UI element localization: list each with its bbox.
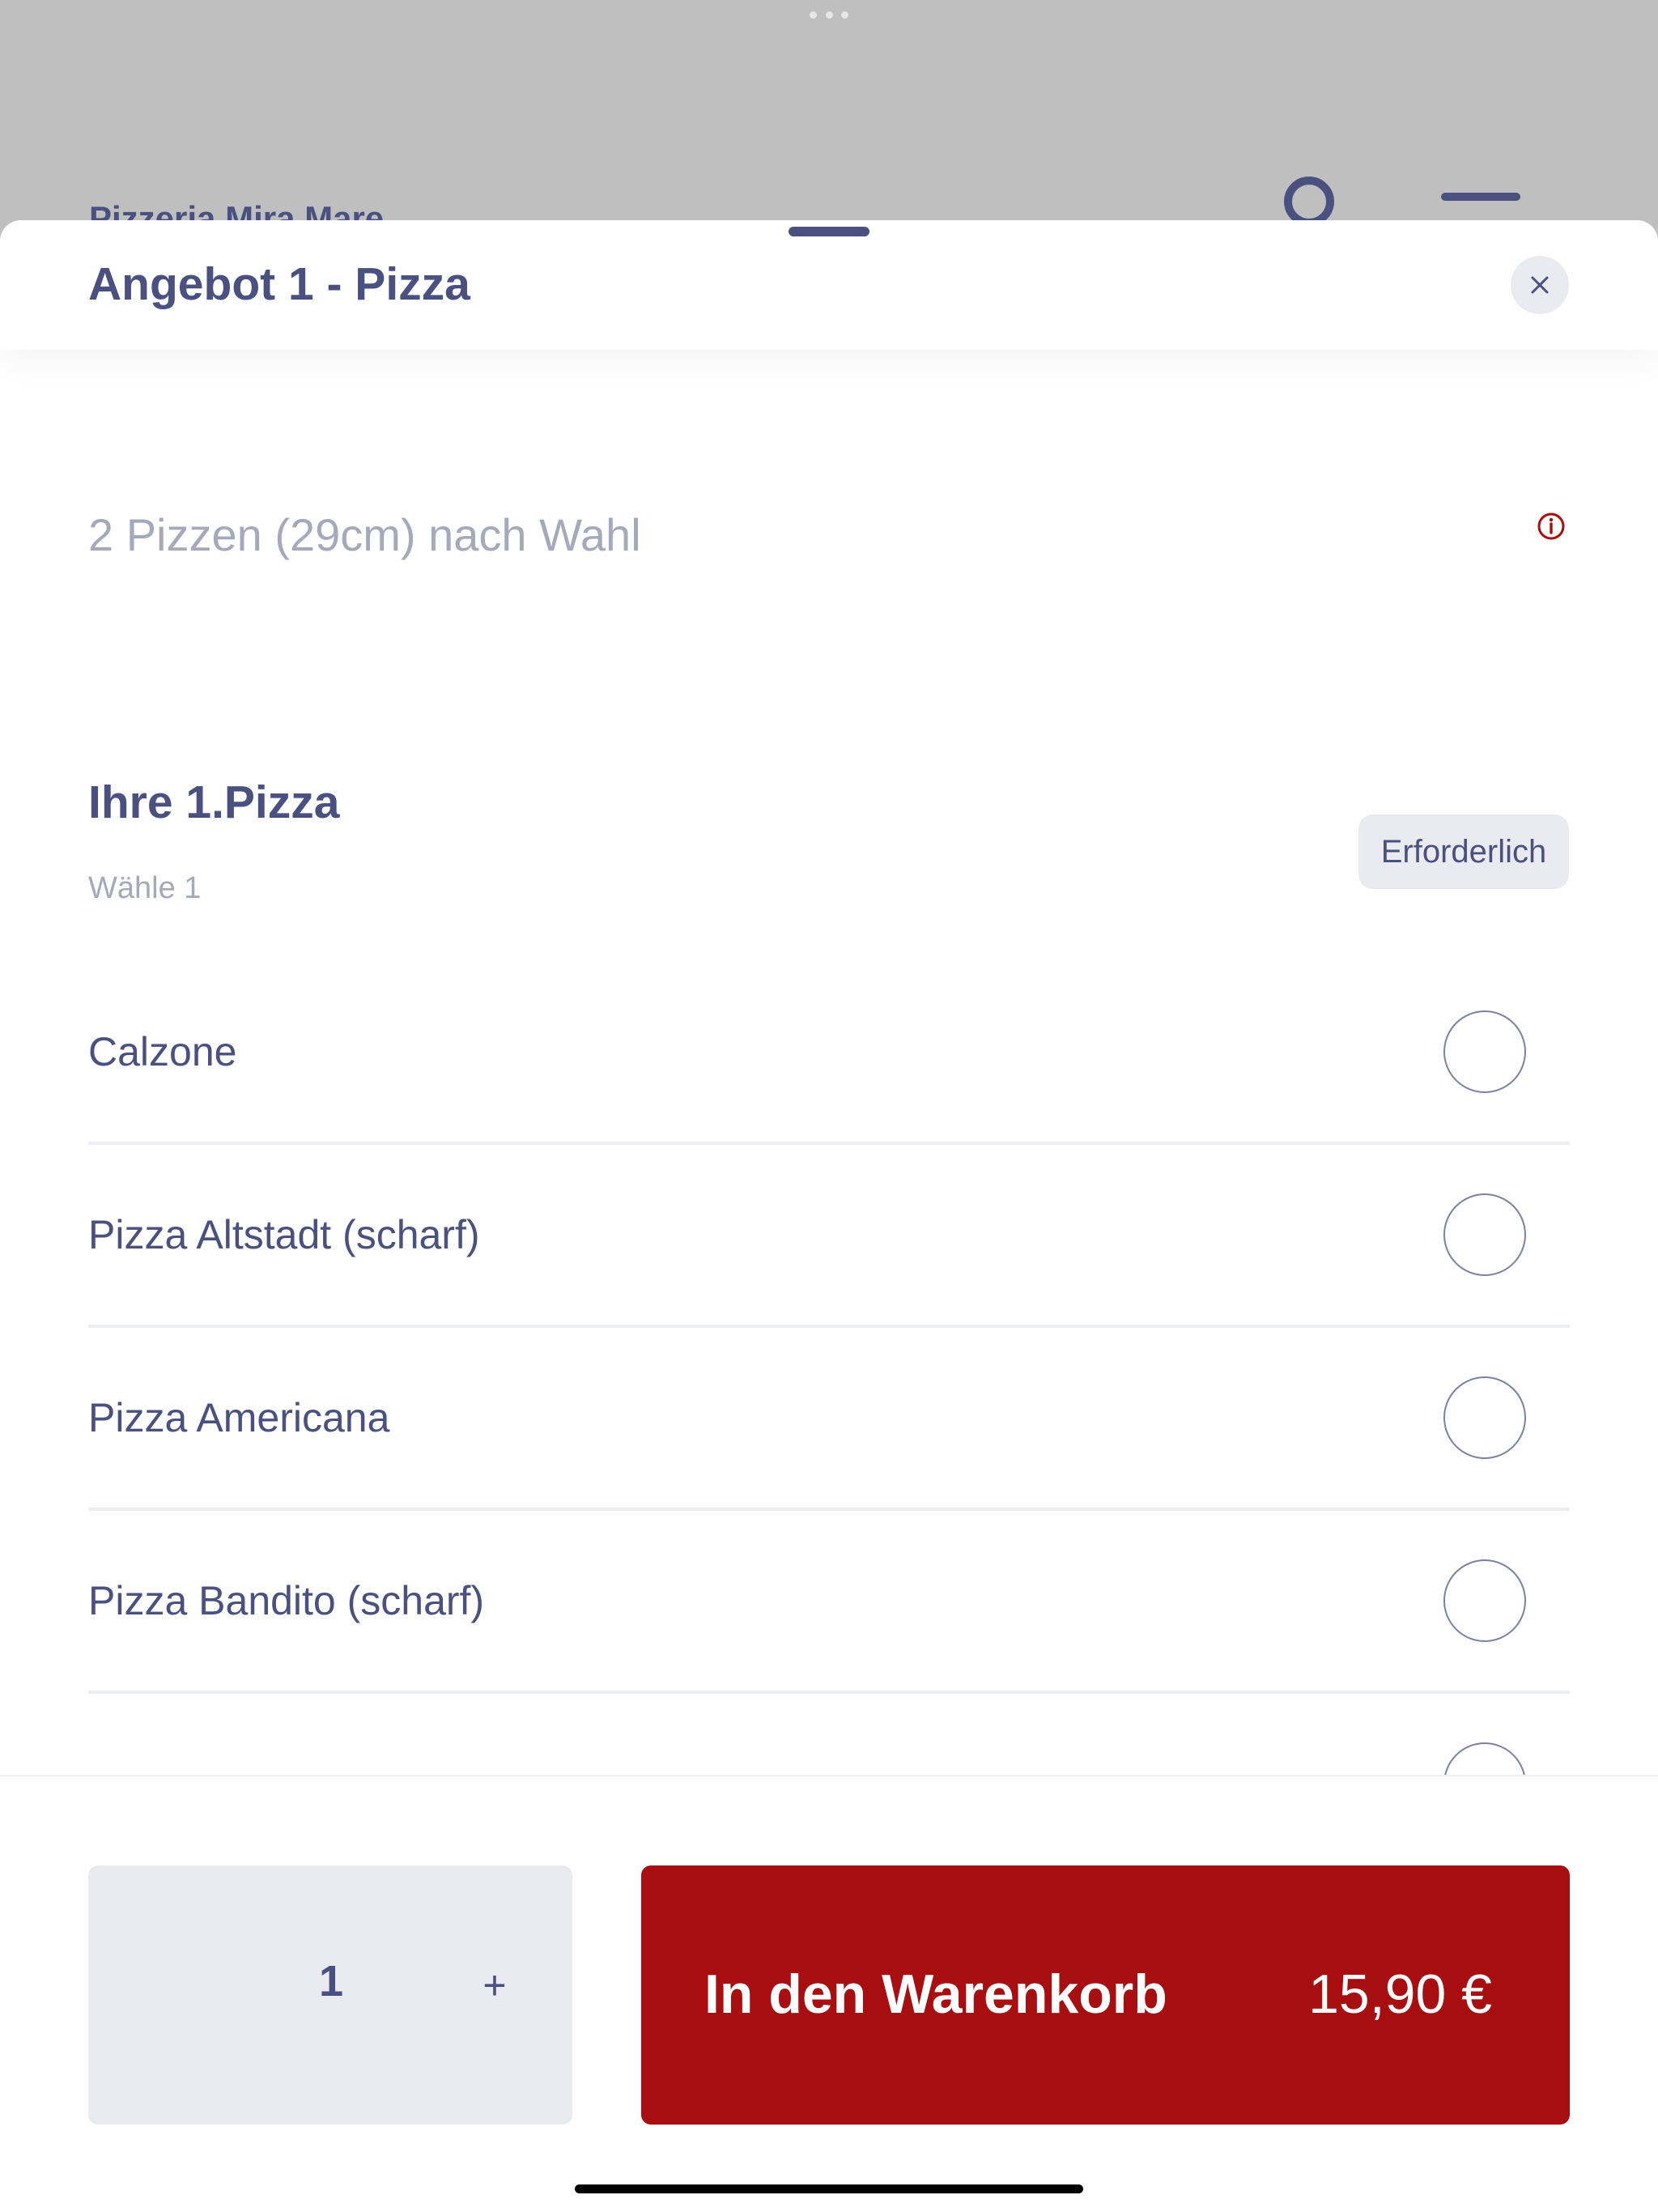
quantity-stepper: 1 + [88,1865,572,2125]
sheet-title: Angebot 1 - Pizza [88,258,470,310]
product-sheet: Angebot 1 - Pizza 2 Pizzen (29cm) nach W… [0,220,1658,2212]
sheet-content[interactable]: 2 Pizzen (29cm) nach Wahl Ihre 1.Pizza W… [0,350,1658,1775]
add-to-cart-label: In den Warenkorb [704,1963,1167,2025]
option-label: Pizza Bandito (scharf) [88,1578,485,1623]
radio-button[interactable] [1443,1193,1526,1276]
radio-button[interactable] [1443,1742,1526,1775]
radio-button[interactable] [1443,1376,1526,1459]
close-button[interactable] [1511,256,1569,314]
option-label: Pizza Altstadt (scharf) [88,1212,480,1257]
option-row-partial[interactable] [88,1694,1570,1775]
quantity-value: 1 [318,1957,344,2006]
multitasking-dots[interactable] [810,11,848,23]
search-icon[interactable] [1284,177,1334,227]
option-list: Calzone Pizza Altstadt (scharf) Pizza Am… [88,962,1570,1775]
sheet-footer: 1 + In den Warenkorb 15,90 € [0,1775,1658,2212]
info-icon[interactable] [1537,512,1566,541]
radio-button[interactable] [1443,1010,1526,1093]
increment-button[interactable]: + [462,1953,527,2018]
option-row[interactable]: Pizza Americana [88,1328,1570,1511]
required-badge: Erforderlich [1358,815,1569,889]
sheet-header: Angebot 1 - Pizza [0,220,1658,350]
home-indicator[interactable] [575,2184,1083,2193]
option-row[interactable]: Pizza Bandito (scharf) [88,1511,1570,1694]
hamburger-menu-icon[interactable] [1441,193,1520,201]
option-group-subtitle: Wähle 1 [88,871,202,905]
product-description: 2 Pizzen (29cm) nach Wahl [88,509,641,560]
option-row[interactable]: Pizza Altstadt (scharf) [88,1145,1570,1328]
sheet-grabber[interactable] [789,227,869,236]
option-label: Calzone [88,1029,237,1074]
option-label: Pizza Americana [88,1395,390,1440]
option-row[interactable]: Calzone [88,962,1570,1145]
total-price: 15,90 € [1308,1963,1492,2025]
option-group-title: Ihre 1.Pizza [88,776,340,828]
add-to-cart-button[interactable]: In den Warenkorb 15,90 € [641,1865,1570,2125]
close-icon [1531,276,1549,294]
radio-button[interactable] [1443,1559,1526,1642]
